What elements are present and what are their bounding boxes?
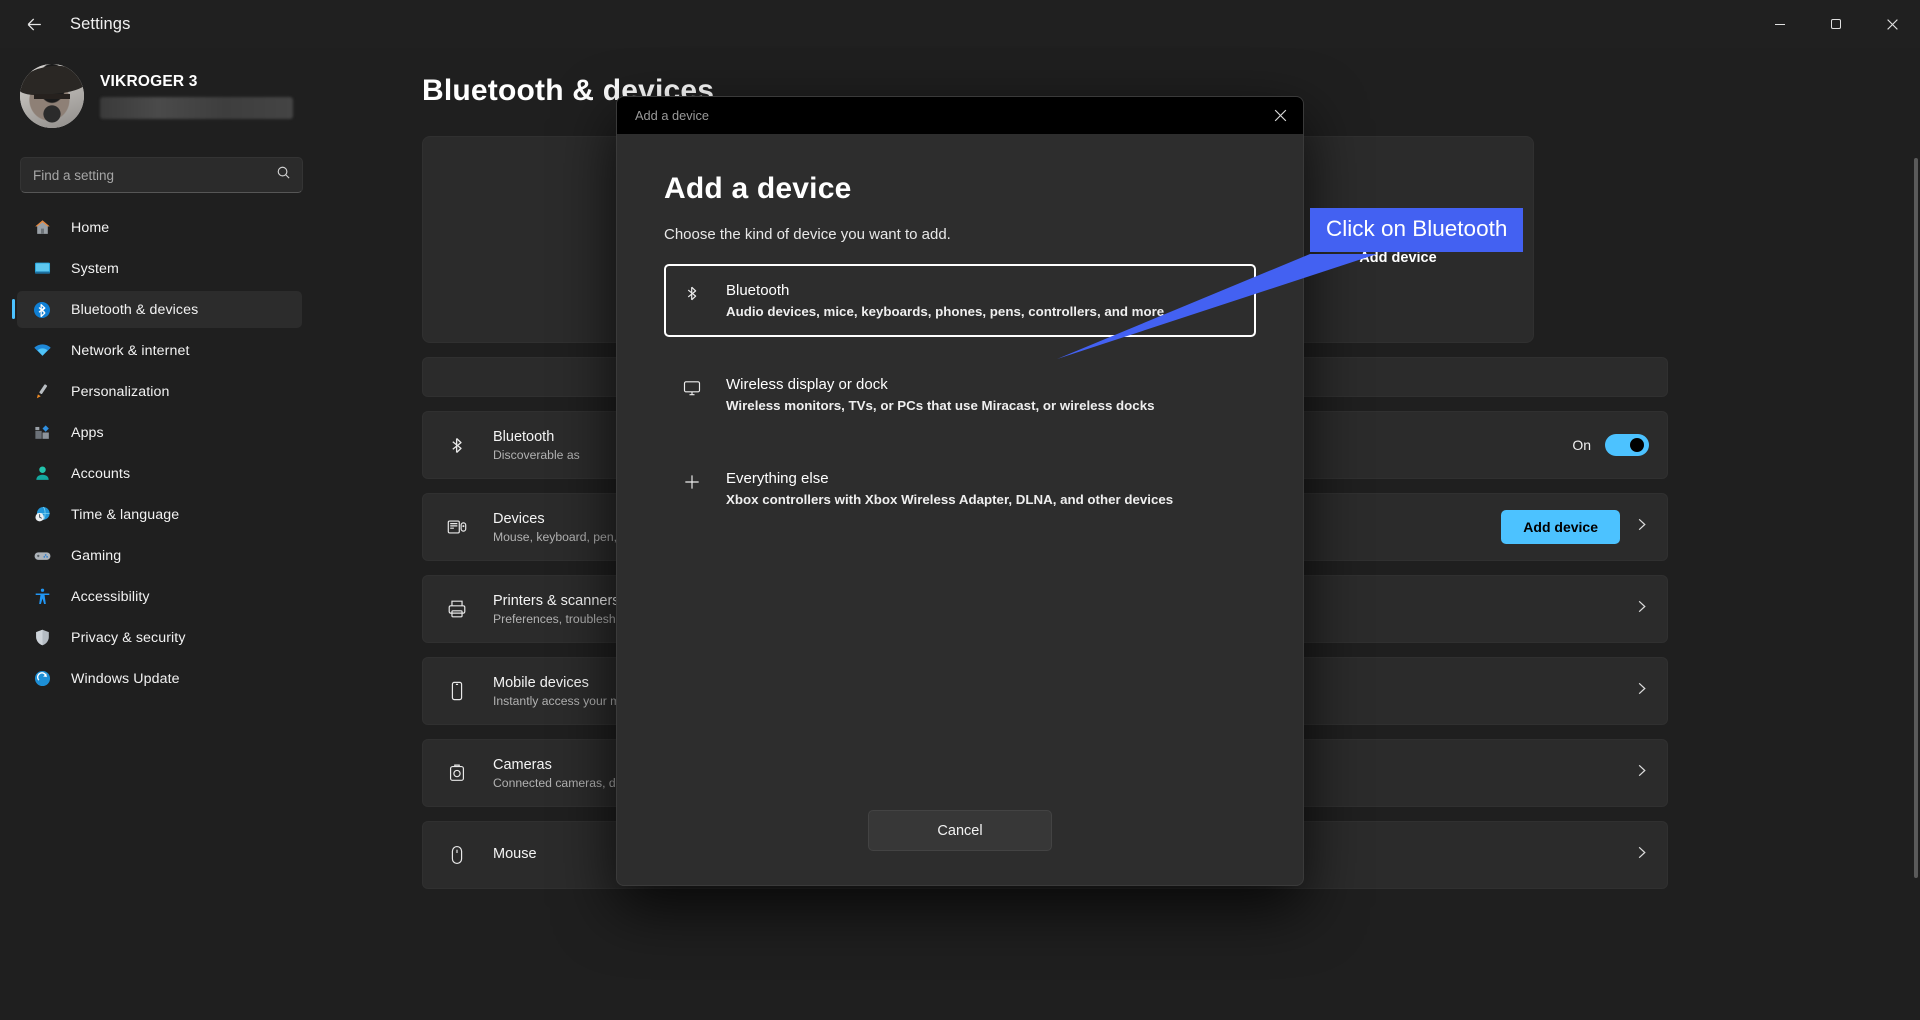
sidebar-item-label: Home	[71, 219, 110, 236]
close-icon	[1886, 18, 1898, 30]
bluetooth-icon	[443, 435, 471, 456]
phone-icon	[443, 680, 471, 702]
dialog-footer: Cancel	[617, 810, 1303, 851]
sidebar-item-label: Gaming	[71, 547, 122, 564]
sidebar-item-label: Privacy & security	[71, 629, 186, 646]
sidebar-nav: Home System Bluetooth & devices Network …	[0, 209, 370, 697]
accounts-icon	[32, 464, 52, 484]
accessibility-icon	[32, 587, 52, 607]
account-email-redacted	[100, 97, 293, 119]
chevron-right-icon[interactable]	[1634, 517, 1649, 537]
wifi-icon	[32, 341, 52, 361]
apps-icon	[32, 423, 52, 443]
sidebar-item-bluetooth-devices[interactable]: Bluetooth & devices	[12, 291, 302, 328]
chevron-right-icon[interactable]	[1634, 599, 1649, 619]
sidebar-item-label: Time & language	[71, 506, 180, 523]
sidebar-item-network-internet[interactable]: Network & internet	[17, 332, 302, 369]
bluetooth-icon	[32, 300, 52, 320]
printer-icon	[443, 598, 471, 620]
option-description: Xbox controllers with Xbox Wireless Adap…	[726, 492, 1174, 507]
search-icon	[276, 165, 291, 185]
sidebar-item-apps[interactable]: Apps	[17, 414, 302, 451]
bluetooth-icon	[678, 284, 706, 303]
callout-text: Click on Bluetooth	[1310, 208, 1524, 252]
sidebar-item-label: System	[71, 260, 119, 277]
home-icon	[32, 218, 52, 238]
settings-window: Settings VIKROGER 3 Find a setting Home …	[0, 0, 1920, 1020]
chevron-right-icon[interactable]	[1634, 681, 1649, 701]
mouse-icon	[443, 844, 471, 866]
minimize-button[interactable]	[1752, 0, 1808, 48]
system-icon	[32, 259, 52, 279]
toggle-state-label: On	[1572, 437, 1591, 453]
account-name: VIKROGER 3	[100, 73, 198, 90]
sidebar-item-privacy-security[interactable]: Privacy & security	[17, 619, 302, 656]
sidebar-item-personalization[interactable]: Personalization	[17, 373, 302, 410]
sidebar-item-label: Network & internet	[71, 342, 190, 359]
sidebar-item-home[interactable]: Home	[17, 209, 302, 246]
option-title: Bluetooth	[726, 282, 790, 299]
sidebar-item-accounts[interactable]: Accounts	[17, 455, 302, 492]
option-title: Wireless display or dock	[726, 376, 888, 393]
maximize-icon	[1831, 19, 1841, 29]
back-button[interactable]	[14, 8, 54, 40]
sidebar-item-label: Accessibility	[71, 588, 150, 605]
shield-icon	[32, 628, 52, 648]
sidebar-item-system[interactable]: System	[17, 250, 302, 287]
add-device-button[interactable]: Add device	[1501, 510, 1620, 544]
app-title: Settings	[70, 14, 131, 33]
devices-icon	[443, 516, 471, 538]
sidebar-item-windows-update[interactable]: Windows Update	[17, 660, 302, 697]
plus-icon	[678, 472, 706, 492]
option-description: Wireless monitors, TVs, or PCs that use …	[726, 398, 1155, 413]
clock-globe-icon	[32, 505, 52, 525]
dialog-body: Add a device Choose the kind of device y…	[617, 134, 1303, 885]
sidebar-item-label: Accounts	[71, 465, 131, 482]
bluetooth-toggle-wrap[interactable]: On	[1572, 434, 1649, 456]
sidebar-item-time-language[interactable]: Time & language	[17, 496, 302, 533]
chevron-right-icon[interactable]	[1634, 763, 1649, 783]
window-controls	[1752, 0, 1920, 48]
add-device-card-label: Add device	[1359, 250, 1437, 266]
sidebar-item-accessibility[interactable]: Accessibility	[17, 578, 302, 615]
chevron-right-icon[interactable]	[1634, 845, 1649, 865]
dialog-option-wireless-display[interactable]: Wireless display or dock Wireless monito…	[664, 358, 1256, 431]
callout-annotation: Click on Bluetooth	[1057, 208, 1524, 359]
option-description: Audio devices, mice, keyboards, phones, …	[726, 304, 1165, 319]
sidebar-item-gaming[interactable]: Gaming	[17, 537, 302, 574]
cancel-button[interactable]: Cancel	[868, 810, 1052, 851]
paintbrush-icon	[32, 382, 52, 402]
window-titlebar: Settings	[0, 0, 1920, 48]
dialog-option-bluetooth[interactable]: Bluetooth Audio devices, mice, keyboards…	[664, 264, 1256, 337]
dialog-titlebar-text: Add a device	[635, 108, 709, 123]
account-block[interactable]: VIKROGER 3	[20, 64, 370, 128]
gamepad-icon	[32, 546, 52, 566]
dialog-option-everything-else[interactable]: Everything else Xbox controllers with Xb…	[664, 452, 1256, 525]
dialog-subtitle: Choose the kind of device you want to ad…	[664, 226, 951, 243]
dialog-titlebar: Add a device	[617, 97, 1303, 134]
bluetooth-toggle[interactable]	[1605, 434, 1649, 456]
dialog-close-button[interactable]	[1257, 97, 1303, 134]
avatar	[20, 64, 84, 128]
sidebar: VIKROGER 3 Home	[0, 48, 370, 1020]
maximize-button[interactable]	[1808, 0, 1864, 48]
camera-icon	[443, 762, 471, 784]
back-arrow-icon	[27, 18, 41, 30]
vertical-scrollbar[interactable]	[1914, 158, 1918, 878]
monitor-icon	[678, 378, 706, 398]
sidebar-item-label: Personalization	[71, 383, 170, 400]
close-button[interactable]	[1864, 0, 1920, 48]
minimize-icon	[1775, 24, 1785, 25]
option-title: Everything else	[726, 470, 829, 487]
update-icon	[32, 669, 52, 689]
dialog-heading: Add a device	[664, 172, 852, 205]
close-icon	[1274, 109, 1286, 122]
sidebar-item-label: Bluetooth & devices	[71, 301, 199, 318]
search-box[interactable]	[20, 157, 303, 193]
search-input[interactable]	[21, 167, 302, 183]
sidebar-item-label: Windows Update	[71, 670, 180, 687]
add-a-device-dialog: Add a device Add a device Choose the kin…	[616, 96, 1304, 886]
sidebar-item-label: Apps	[71, 424, 104, 441]
